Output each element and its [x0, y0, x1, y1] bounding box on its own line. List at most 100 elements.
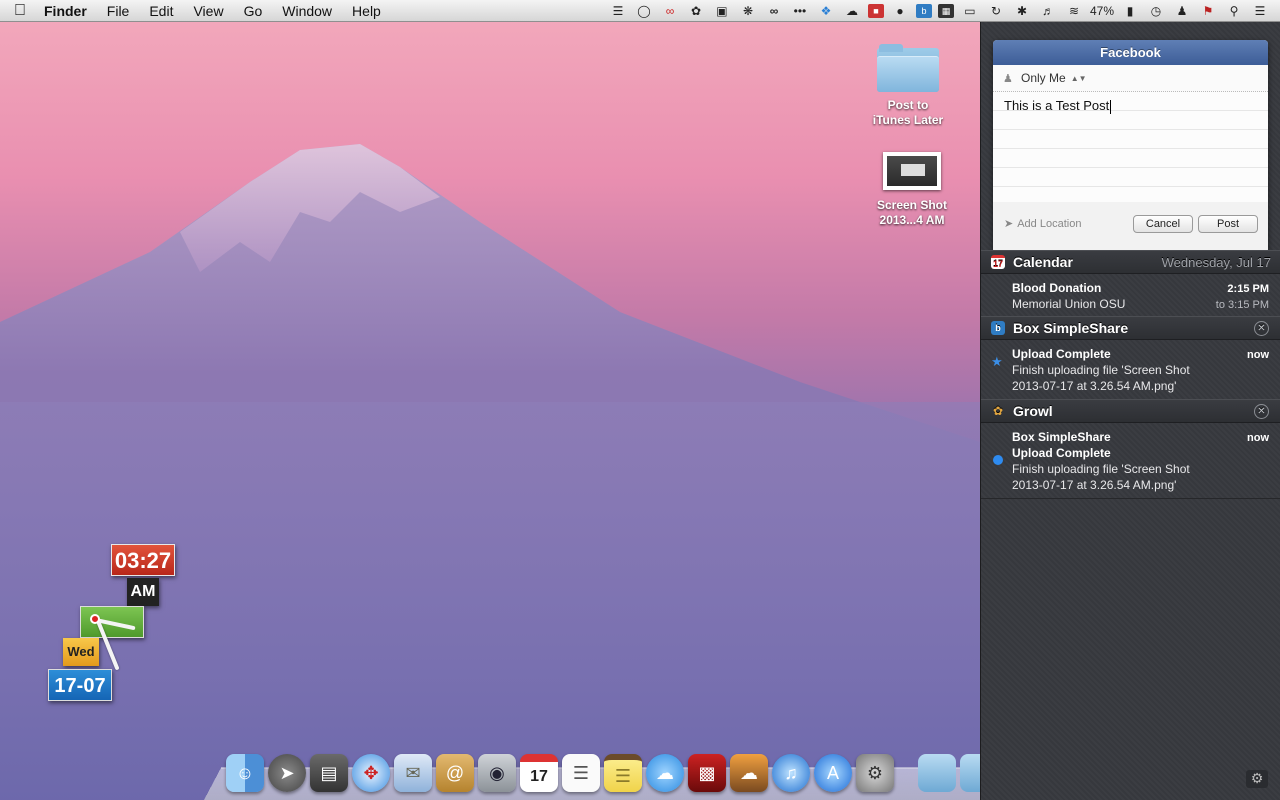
user-icon[interactable]: ♟ — [1172, 0, 1192, 22]
menu-window[interactable]: Window — [272, 0, 342, 22]
notification-center: Facebook ♟ Only Me ▲▼ This is a Test Pos… — [980, 22, 1280, 800]
box-simpleshare-section: b Box SimpleShare ✕ Upload Complete Fini… — [981, 316, 1280, 400]
cloud-icon[interactable]: ☁ — [842, 0, 862, 22]
infinity-icon[interactable]: ∞ — [660, 0, 680, 22]
calendar-app-name: Calendar — [1013, 254, 1073, 270]
facetime-icon[interactable]: ◉ — [478, 754, 516, 792]
notification-line-2: 2013-07-17 at 3.26.54 AM.png' — [1012, 379, 1177, 393]
menu-go[interactable]: Go — [234, 0, 273, 22]
apple-menu-icon[interactable]:  — [0, 2, 40, 20]
text-caret — [1110, 99, 1112, 114]
battery-icon[interactable]: ▮ — [1120, 0, 1140, 22]
notification-line-1: Finish uploading file 'Screen Shot — [1012, 462, 1190, 476]
red-app-icon[interactable]: ■ — [867, 4, 884, 18]
battery-percentage[interactable]: 47% — [1090, 0, 1114, 22]
app-store-icon[interactable]: A — [814, 754, 852, 792]
safari-icon[interactable]: ✥ — [352, 754, 390, 792]
calendar-section: 17 Calendar Wednesday, Jul 17 Blood Dona… — [981, 250, 1280, 318]
box-app-icon: b — [991, 321, 1005, 335]
finder-icon[interactable]: ☺ — [226, 754, 264, 792]
notes-icon[interactable]: ☰ — [604, 754, 642, 792]
facebook-panel-footer: ➤ Add Location Cancel Post — [993, 202, 1268, 252]
folder-icon — [877, 44, 939, 92]
clock-widget-day: Wed — [63, 638, 99, 666]
dropbox-icon[interactable]: ❖ — [816, 0, 836, 22]
growl-header[interactable]: ✿ Growl ✕ — [981, 399, 1280, 423]
desktop-icon-label: Post to iTunes Later — [872, 98, 944, 127]
creative-cloud-icon[interactable]: ◯ — [634, 0, 654, 22]
calendar-app-icon: 17 — [991, 255, 1005, 269]
growl-section: ✿ Growl ✕ Box SimpleShare Upload Complet… — [981, 399, 1280, 499]
time-machine-icon[interactable]: ↻ — [986, 0, 1006, 22]
box-notification[interactable]: Upload Complete Finish uploading file 'S… — [981, 340, 1280, 400]
photo-browser-icon[interactable]: ▤ — [310, 754, 348, 792]
facebook-share-panel: Facebook ♟ Only Me ▲▼ This is a Test Pos… — [993, 40, 1268, 253]
add-location-button[interactable]: ➤ Add Location — [1004, 217, 1081, 231]
itunes-icon[interactable]: ♫ — [772, 754, 810, 792]
messages-icon[interactable]: ☁ — [646, 754, 684, 792]
calendar-header[interactable]: 17 Calendar Wednesday, Jul 17 — [981, 250, 1280, 274]
cancel-button[interactable]: Cancel — [1133, 215, 1193, 233]
close-icon[interactable]: ✕ — [1254, 321, 1269, 336]
lock-icon[interactable]: ▣ — [712, 0, 732, 22]
airplay-icon[interactable]: ▭ — [960, 0, 980, 22]
menu-help[interactable]: Help — [342, 0, 391, 22]
contacts-icon[interactable]: @ — [436, 754, 474, 792]
notification-settings-gear-icon[interactable]: ⚙ — [1246, 770, 1268, 788]
bluetooth-icon[interactable]: ✱ — [1012, 0, 1032, 22]
menu-file[interactable]: File — [97, 0, 140, 22]
notification-title: Upload Complete — [1012, 347, 1111, 361]
calendar-icon[interactable]: 17 — [520, 754, 558, 792]
close-icon[interactable]: ✕ — [1254, 404, 1269, 419]
location-arrow-icon: ➤ — [1004, 218, 1014, 230]
box-app-name: Box SimpleShare — [1013, 320, 1129, 336]
reminders-icon[interactable]: ☰ — [562, 754, 600, 792]
dock: ☺ ➤ ▤ ✥ ✉ @ ◉ 17 ☰ ☰ ☁ ▩ ☁ ♫ A ⚙ ▤ — [224, 746, 1042, 792]
growl-notification[interactable]: Box SimpleShare Upload Complete Finish u… — [981, 423, 1280, 499]
star-icon: ★ — [991, 354, 1003, 369]
evernote-icon[interactable]: ● — [890, 0, 910, 22]
calendar-date: Wednesday, Jul 17 — [1161, 254, 1271, 270]
clock-icon[interactable]: ◷ — [1146, 0, 1166, 22]
notification-subtitle: Upload Complete — [1012, 446, 1111, 460]
spotlight-search-icon[interactable]: ⚲ — [1224, 0, 1244, 22]
menu-edit[interactable]: Edit — [139, 0, 183, 22]
paw-icon[interactable]: ✿ — [686, 0, 706, 22]
screenshot-thumbnail-icon — [883, 152, 941, 190]
text-list-icon[interactable]: ☰ — [608, 0, 628, 22]
desktop-folder-post-to-itunes[interactable]: Post to iTunes Later — [858, 44, 958, 128]
audience-label: Only Me — [1021, 71, 1066, 85]
growl-app-name: Growl — [1013, 403, 1053, 419]
wifi-icon[interactable]: ≋ — [1064, 0, 1084, 22]
clock-widget-date: 17-07 — [48, 669, 112, 701]
desktop-file-screen-shot[interactable]: Screen Shot 2013...4 AM — [862, 152, 962, 228]
menu-app-name[interactable]: Finder — [40, 0, 97, 22]
iphoto-icon[interactable]: ☁ — [730, 754, 768, 792]
post-button[interactable]: Post — [1198, 215, 1258, 233]
applications-stack-folder-icon[interactable] — [918, 754, 956, 792]
audience-selector[interactable]: ♟ Only Me ▲▼ — [993, 65, 1268, 92]
unread-dot-icon — [993, 455, 1003, 465]
launchpad-icon[interactable]: ➤ — [268, 754, 306, 792]
os-icon[interactable]: ∞ — [764, 0, 784, 22]
post-text-area[interactable]: This is a Test Post — [993, 92, 1268, 202]
mail-icon[interactable]: ✉ — [394, 754, 432, 792]
desktop[interactable]: Post to iTunes Later Screen Shot 2013...… — [0, 22, 980, 800]
clock-widget-ampm: AM — [127, 578, 159, 606]
person-icon: ♟ — [1003, 73, 1013, 85]
more-dots-icon[interactable]: ••• — [790, 0, 810, 22]
fan-icon[interactable]: ❋ — [738, 0, 758, 22]
box-share-icon[interactable]: b — [915, 4, 932, 18]
growl-app-icon: ✿ — [992, 404, 1004, 418]
menu-view[interactable]: View — [183, 0, 233, 22]
volume-icon[interactable]: ♬ — [1038, 0, 1058, 22]
calendar-event[interactable]: Blood Donation Memorial Union OSU 2:15 P… — [981, 274, 1280, 318]
notification-line-1: Finish uploading file 'Screen Shot — [1012, 363, 1190, 377]
event-start-time: 2:15 PM — [1227, 283, 1269, 295]
battery-monitor-icon[interactable]: ▦ — [937, 4, 954, 18]
system-preferences-icon[interactable]: ⚙ — [856, 754, 894, 792]
us-flag-icon[interactable]: ⚑ — [1198, 0, 1218, 22]
box-simpleshare-header[interactable]: b Box SimpleShare ✕ — [981, 316, 1280, 340]
notification-center-icon[interactable]: ☰ — [1250, 0, 1270, 22]
photo-booth-icon[interactable]: ▩ — [688, 754, 726, 792]
